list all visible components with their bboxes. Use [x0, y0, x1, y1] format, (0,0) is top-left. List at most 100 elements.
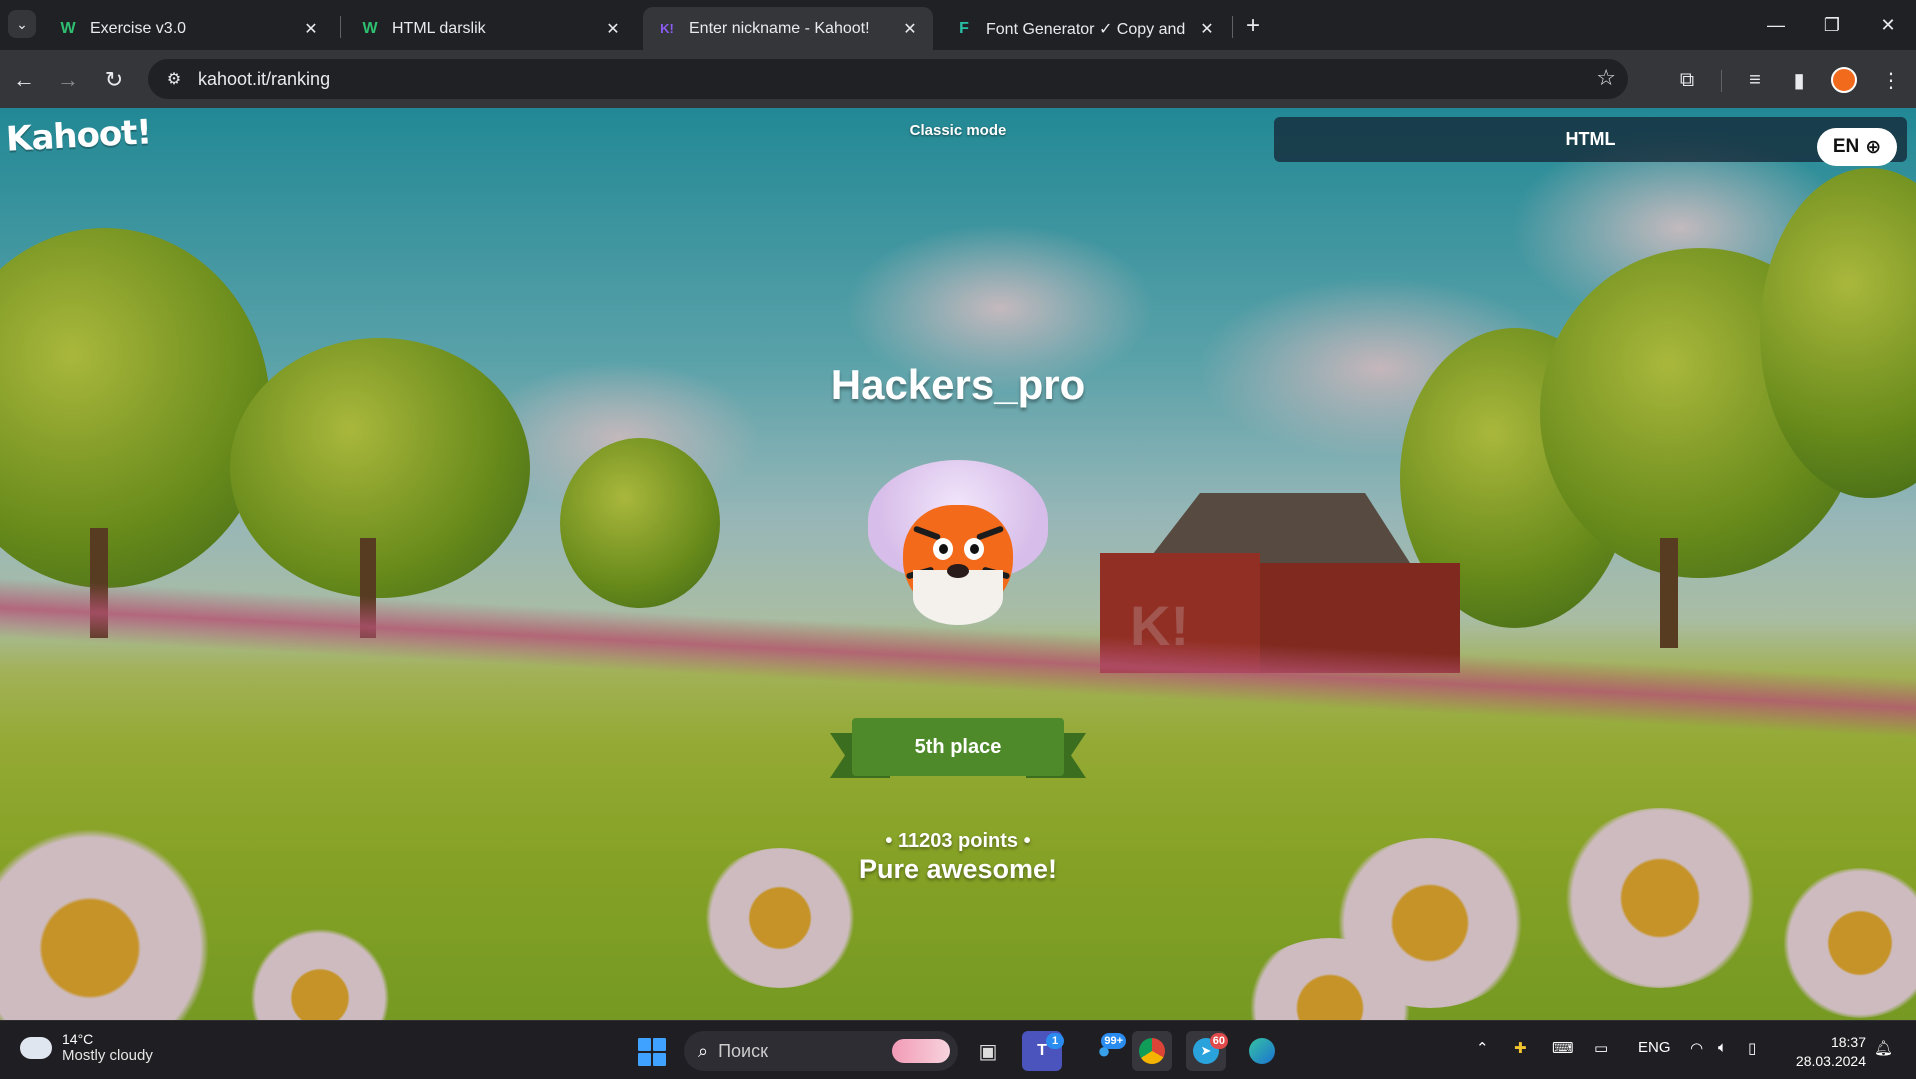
tray-overflow-chevron-icon[interactable]: ⌃	[1476, 1039, 1489, 1057]
puzzle-icon: ⧉	[1679, 68, 1695, 91]
w3schools-icon: W	[60, 19, 76, 37]
tab-title: Exercise v3.0	[90, 19, 187, 37]
player-name: Hackers_pro	[830, 361, 1086, 408]
windows-logo-square	[653, 1053, 666, 1066]
volume-icon[interactable]: 🔈︎	[1718, 1039, 1727, 1056]
edge-button[interactable]	[1242, 1031, 1282, 1071]
restore-button[interactable]: ❐	[1804, 0, 1860, 50]
task-view-button[interactable]: ▣	[968, 1031, 1008, 1071]
minimize-icon: —	[1767, 14, 1785, 35]
kahoot-icon: K!	[660, 21, 674, 36]
windows-taskbar: 14°C Mostly cloudy ⌕ Поиск ▣ T 1 ● 99+ ➤…	[0, 1020, 1916, 1079]
site-info-icon[interactable]: ⚙	[154, 59, 194, 99]
back-button[interactable]: ←	[8, 64, 40, 96]
clock-date: 28.03.2024	[1795, 1053, 1866, 1069]
praise-text: Pure awesome!	[858, 854, 1058, 884]
plus-icon: +	[1245, 12, 1260, 39]
kahoot-ranking-page: K! Kahoot! Classic mode HTML EN ⊕ Hacker…	[0, 108, 1916, 1020]
battery-icon[interactable]: ▯	[1748, 1039, 1756, 1057]
font-generator-icon: F	[959, 19, 969, 37]
tab-title: HTML darslik	[392, 19, 486, 37]
close-icon[interactable]: ✕	[899, 18, 921, 40]
tab-kahoot[interactable]: K! Enter nickname - Kahoot! ✕	[643, 7, 933, 50]
language-selector[interactable]: EN ⊕	[1817, 128, 1897, 166]
windows-logo-square	[653, 1038, 666, 1051]
avatar-eye	[933, 538, 953, 560]
windows-logo-square	[638, 1053, 651, 1066]
profile-avatar[interactable]	[1831, 67, 1857, 93]
telegram-button[interactable]: ➤ 60	[1186, 1031, 1228, 1071]
extensions-button[interactable]: ⧉	[1672, 65, 1702, 95]
tab-divider	[340, 16, 341, 38]
toolbar-divider	[1721, 70, 1722, 92]
reload-button[interactable]: ↻	[98, 64, 130, 96]
reload-icon: ↻	[104, 67, 124, 92]
nickname-text: HTML	[1565, 129, 1616, 149]
tiger-avatar	[868, 460, 1048, 640]
wifi-icon[interactable]: ◠	[1690, 1039, 1703, 1057]
weather-widget[interactable]: 14°C Mostly cloudy	[16, 1028, 153, 1064]
close-window-button[interactable]: ✕	[1860, 0, 1916, 50]
teams-icon: T	[1037, 1042, 1047, 1059]
cloud-sun-icon	[16, 1028, 52, 1059]
chat-badge: 99+	[1101, 1033, 1126, 1049]
forward-button[interactable]: →	[52, 64, 84, 96]
tab-title: Font Generator ✓ Copy and Pa	[986, 20, 1190, 38]
minimize-button[interactable]: —	[1748, 0, 1804, 50]
browser-menu-button[interactable]: ⋮	[1876, 65, 1906, 95]
tray-app-icon[interactable]: ✚	[1514, 1039, 1527, 1057]
side-panel-button[interactable]: ▮	[1784, 65, 1814, 95]
arrow-right-icon: →	[57, 67, 79, 92]
teams-button[interactable]: T 1	[1022, 1031, 1064, 1071]
tab-html-darslik[interactable]: W HTML darslik ✕	[346, 7, 636, 50]
edge-icon	[1249, 1038, 1275, 1064]
touchpad-icon[interactable]: ▭	[1594, 1039, 1608, 1057]
close-icon[interactable]: ✕	[300, 18, 322, 40]
address-bar[interactable]: ⚙ kahoot.it/ranking ☆	[148, 59, 1628, 99]
browser-toolbar: ← → ↻ ⚙ kahoot.it/ranking ☆ ⧉ ≡ ▮ ⋮	[0, 50, 1916, 108]
close-icon: ✕	[1880, 14, 1896, 35]
chat-app-button[interactable]: ● 99+	[1084, 1031, 1126, 1071]
avatar-beard	[913, 570, 1003, 625]
place-label: 5th place	[852, 718, 1064, 776]
place-ribbon: 5th place	[830, 708, 1086, 788]
start-button[interactable]	[638, 1038, 666, 1066]
close-icon[interactable]: ✕	[1196, 18, 1218, 40]
arrow-left-icon: ←	[13, 67, 35, 92]
more-vertical-icon: ⋮	[1881, 69, 1901, 92]
notifications-bell-icon[interactable]: 🔔︎	[1874, 1039, 1893, 1057]
points-text: • 11203 points •	[885, 830, 1031, 852]
nickname-bar: HTML	[1274, 117, 1907, 162]
new-tab-button[interactable]: +	[1238, 11, 1268, 41]
taskbar-search[interactable]: ⌕ Поиск	[684, 1031, 958, 1071]
playlist-icon: ≡	[1749, 68, 1761, 91]
search-placeholder: Поиск	[718, 1040, 768, 1061]
side-panel-icon: ▮	[1793, 69, 1805, 92]
w3schools-icon: W	[362, 19, 378, 37]
tab-font-generator[interactable]: F Font Generator ✓ Copy and Pa ✕	[940, 7, 1230, 50]
tab-divider	[1232, 16, 1233, 38]
teams-badge: 1	[1046, 1033, 1064, 1049]
chrome-button[interactable]	[1132, 1031, 1172, 1071]
tab-title: Enter nickname - Kahoot!	[689, 19, 870, 37]
language-code: EN	[1832, 136, 1860, 157]
input-language[interactable]: ENG	[1638, 1039, 1671, 1056]
tab-strip: ⌄ W Exercise v3.0 ✕ W HTML darslik ✕ K! …	[0, 0, 1916, 50]
system-clock[interactable]: 18:37 28.03.2024	[1786, 1033, 1866, 1071]
telegram-badge: 60	[1209, 1033, 1228, 1049]
keyboard-icon[interactable]: ⌨	[1552, 1039, 1574, 1057]
tab-exercise[interactable]: W Exercise v3.0 ✕	[44, 7, 334, 50]
bookmark-star-icon[interactable]: ☆	[1596, 65, 1616, 91]
clock-time: 18:37	[1830, 1034, 1866, 1050]
close-icon[interactable]: ✕	[602, 18, 624, 40]
search-highlight-art	[892, 1039, 950, 1063]
tab-search-button[interactable]: ⌄	[8, 10, 36, 38]
avatar-nose	[947, 564, 969, 578]
windows-logo-square	[638, 1038, 651, 1051]
url-text: kahoot.it/ranking	[198, 68, 331, 89]
weather-condition: Mostly cloudy	[62, 1047, 153, 1064]
weather-temp: 14°C	[62, 1031, 94, 1047]
media-controls-button[interactable]: ≡	[1740, 65, 1770, 95]
search-icon: ⌕	[698, 1040, 709, 1061]
chevron-down-icon: ⌄	[16, 15, 28, 32]
